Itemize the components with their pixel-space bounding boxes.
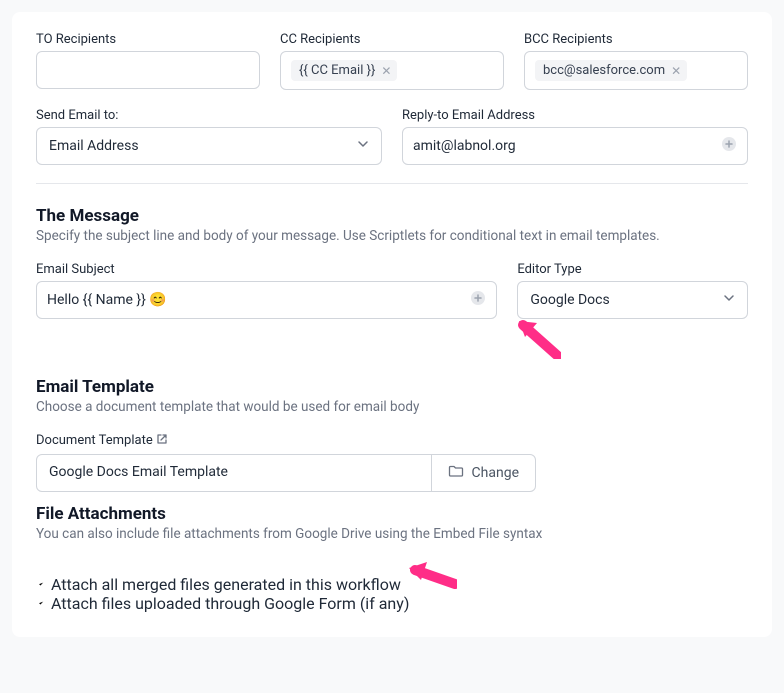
document-template-name: Google Docs Email Template: [37, 455, 431, 491]
document-template-row: Google Docs Email Template Change: [36, 454, 536, 492]
arrow-annotation-icon: [405, 560, 457, 590]
editor-type-label: Editor Type: [517, 262, 748, 277]
bcc-chip-label: bcc@salesforce.com: [543, 63, 665, 78]
recipients-row: TO Recipients CC Recipients {{ CC Email …: [36, 32, 748, 90]
send-to-label: Send Email to:: [36, 108, 382, 123]
to-recipients-col: TO Recipients: [36, 32, 260, 90]
cc-chip[interactable]: {{ CC Email }} ✕: [291, 60, 397, 81]
send-to-select[interactable]: Email Address: [36, 127, 382, 165]
sendto-replyto-row: Send Email to: Email Address Reply-to Em…: [36, 108, 748, 165]
external-link-icon[interactable]: [156, 433, 168, 448]
change-template-button[interactable]: Change: [431, 455, 535, 491]
chevron-down-icon: [357, 138, 369, 154]
attachments-section-subtitle: You can also include file attachments fr…: [36, 526, 748, 542]
plus-icon[interactable]: [721, 136, 737, 156]
attachments-section-title: File Attachments: [36, 504, 748, 524]
subject-value: Hello {{ Name }} 😊: [47, 292, 167, 308]
message-section-subtitle: Specify the subject line and body of you…: [36, 228, 748, 244]
bcc-label: BCC Recipients: [524, 32, 748, 47]
subject-col: Email Subject Hello {{ Name }} 😊: [36, 262, 497, 359]
attach-uploaded-checkbox[interactable]: [36, 594, 51, 613]
to-recipients-input[interactable]: [36, 51, 260, 89]
subject-label: Email Subject: [36, 262, 497, 277]
send-to-value: Email Address: [49, 138, 139, 154]
subject-editor-row: Email Subject Hello {{ Name }} 😊 Editor …: [36, 262, 748, 359]
reply-to-col: Reply-to Email Address amit@labnol.org: [402, 108, 748, 165]
folder-icon: [448, 464, 464, 482]
reply-to-value: amit@labnol.org: [413, 138, 516, 154]
editor-type-select[interactable]: Google Docs: [517, 281, 748, 319]
doc-template-label: Document Template: [36, 433, 748, 448]
editor-type-col: Editor Type Google Docs: [517, 262, 748, 359]
bcc-recipients-input[interactable]: bcc@salesforce.com ✕: [524, 51, 748, 90]
divider: [36, 183, 748, 184]
to-label: TO Recipients: [36, 32, 260, 47]
plus-icon[interactable]: [470, 290, 486, 310]
cc-recipients-col: CC Recipients {{ CC Email }} ✕: [280, 32, 504, 90]
template-section-subtitle: Choose a document template that would be…: [36, 399, 748, 415]
cc-label: CC Recipients: [280, 32, 504, 47]
chevron-down-icon: [723, 292, 735, 308]
template-section-title: Email Template: [36, 377, 748, 397]
change-label: Change: [472, 465, 519, 481]
attach-merged-checkbox[interactable]: [36, 575, 51, 594]
message-section-title: The Message: [36, 206, 748, 226]
arrow-annotation-icon: [517, 319, 561, 359]
form-panel: TO Recipients CC Recipients {{ CC Email …: [12, 12, 772, 637]
reply-to-label: Reply-to Email Address: [402, 108, 748, 123]
editor-type-value: Google Docs: [530, 292, 609, 308]
cc-recipients-input[interactable]: {{ CC Email }} ✕: [280, 51, 504, 90]
subject-input[interactable]: Hello {{ Name }} 😊: [36, 281, 497, 319]
bcc-chip[interactable]: bcc@salesforce.com ✕: [535, 60, 687, 81]
reply-to-input[interactable]: amit@labnol.org: [402, 127, 748, 165]
bcc-recipients-col: BCC Recipients bcc@salesforce.com ✕: [524, 32, 748, 90]
attach-uploaded-row: Attach files uploaded through Google For…: [36, 594, 748, 613]
attach-uploaded-label: Attach files uploaded through Google For…: [51, 594, 409, 613]
attach-merged-label: Attach all merged files generated in thi…: [51, 575, 401, 594]
cc-chip-label: {{ CC Email }}: [299, 63, 375, 78]
bcc-chip-remove-icon[interactable]: ✕: [671, 65, 681, 77]
cc-chip-remove-icon[interactable]: ✕: [381, 65, 391, 77]
attach-merged-row: Attach all merged files generated in thi…: [36, 560, 748, 594]
send-to-col: Send Email to: Email Address: [36, 108, 382, 165]
